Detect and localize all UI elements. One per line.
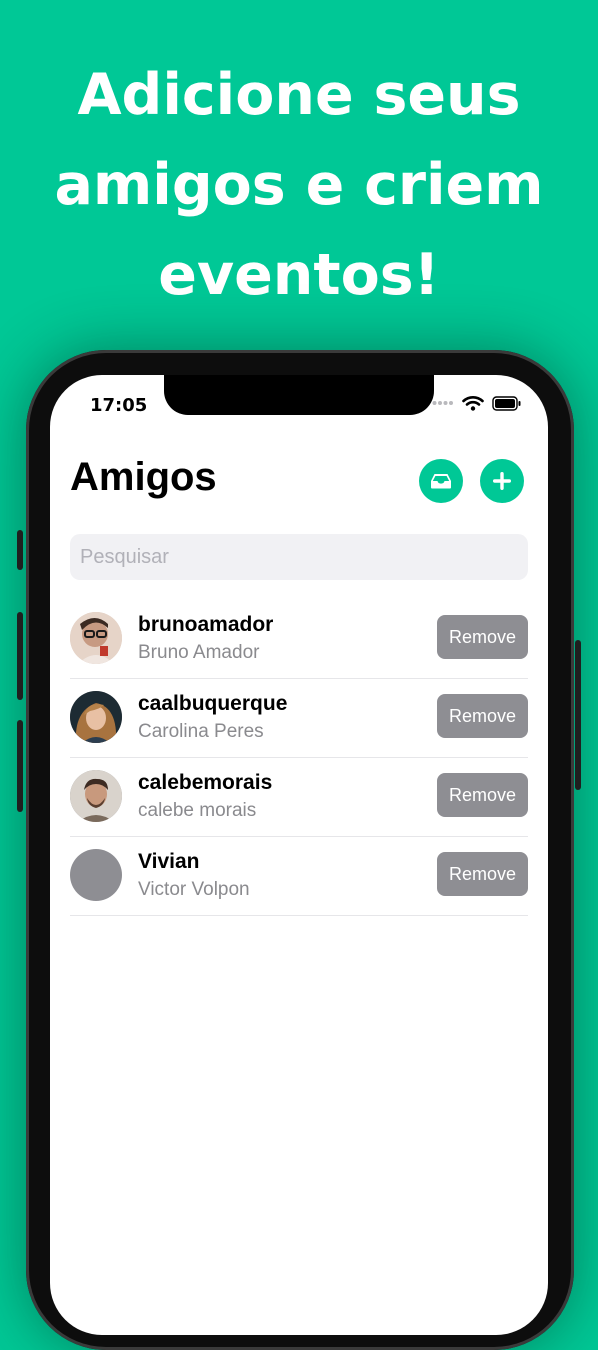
friend-full-name: calebe morais [138, 800, 257, 821]
search-input[interactable] [70, 534, 528, 580]
signal-icon [432, 401, 453, 405]
friend-row: Vivian Victor Volpon Remove [70, 837, 528, 916]
phone-volume-up [17, 612, 23, 700]
friend-full-name: Bruno Amador [138, 642, 260, 663]
friend-full-name: Victor Volpon [138, 879, 250, 900]
phone-power-button [575, 640, 581, 790]
battery-icon [492, 395, 521, 411]
promo-headline: Adicione seus amigos e criem eventos! [0, 50, 598, 320]
avatar [70, 770, 122, 822]
friend-username: Vivian [138, 850, 200, 873]
friend-row: calebemorais calebe morais Remove [70, 758, 528, 837]
remove-friend-button[interactable]: Remove [437, 615, 528, 659]
friend-full-name: Carolina Peres [138, 721, 264, 742]
remove-friend-button[interactable]: Remove [437, 773, 528, 817]
wifi-icon [462, 396, 484, 411]
phone-screen: 17:05 Amigos Pesquisar brunoamador Bruno… [50, 375, 548, 1335]
phone-volume-down [17, 720, 23, 812]
friend-row: brunoamador Bruno Amador Remove [70, 600, 528, 679]
headline-line-3: eventos! [158, 242, 440, 308]
page-title: Amigos [70, 455, 217, 499]
profile-photo [70, 612, 122, 664]
tray-icon [431, 474, 451, 489]
profile-photo [70, 691, 122, 743]
avatar-placeholder [70, 849, 122, 901]
friend-username: brunoamador [138, 613, 274, 636]
avatar [70, 612, 122, 664]
inbox-button[interactable] [419, 459, 463, 503]
remove-friend-button[interactable]: Remove [437, 852, 528, 896]
headline-line-1: Adicione seus [77, 62, 521, 128]
plus-icon [493, 472, 511, 490]
remove-friend-button[interactable]: Remove [437, 694, 528, 738]
status-time: 17:05 [90, 395, 148, 416]
notch [164, 375, 434, 415]
friends-list: brunoamador Bruno Amador Remove caalbuqu… [70, 600, 528, 916]
avatar [70, 691, 122, 743]
headline-line-2: amigos e criem [54, 152, 544, 218]
friend-username: calebemorais [138, 771, 273, 794]
add-friend-button[interactable] [480, 459, 524, 503]
status-indicators [432, 395, 522, 411]
profile-photo [70, 770, 122, 822]
friend-row: caalbuquerque Carolina Peres Remove [70, 679, 528, 758]
phone-mute-switch [17, 530, 23, 570]
friend-username: caalbuquerque [138, 692, 288, 715]
